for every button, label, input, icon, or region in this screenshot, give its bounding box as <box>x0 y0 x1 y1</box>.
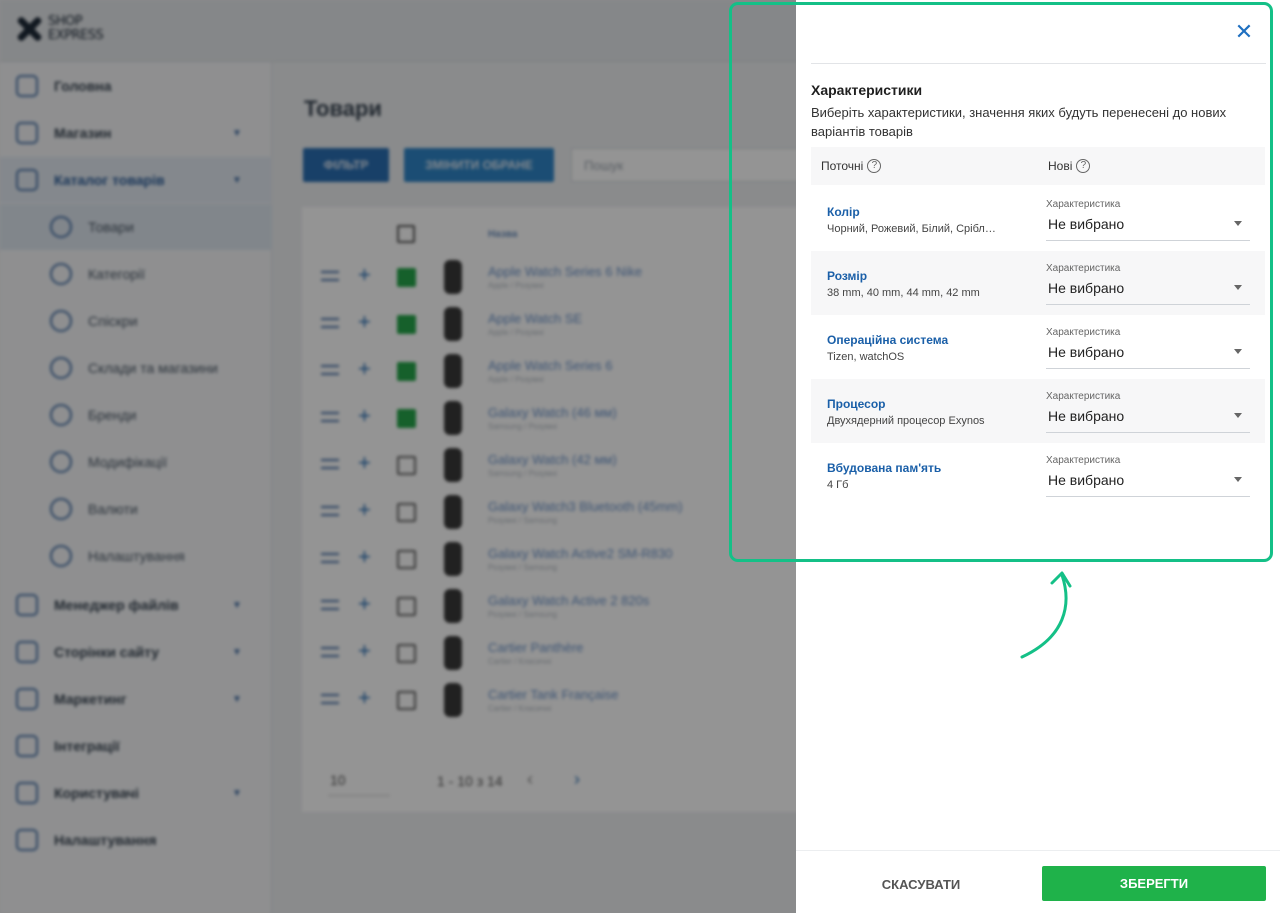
divider <box>811 63 1266 64</box>
attribute-name: Колір <box>827 205 860 219</box>
attribute-name: Розмір <box>827 269 868 283</box>
select-label: Характеристика <box>1046 263 1121 274</box>
select-value: Не вибрано <box>1048 408 1125 424</box>
select-value: Не вибрано <box>1048 280 1125 296</box>
save-button[interactable]: ЗБЕРЕГТИ <box>1042 866 1266 901</box>
attribute-values: Чорний, Рожевий, Білий, Сріблястий <box>827 223 997 235</box>
section-title: Характеристики <box>811 82 923 98</box>
modal-backdrop[interactable] <box>0 0 796 913</box>
characteristic-select[interactable]: Характеристика Не вибрано <box>1046 327 1250 369</box>
mapping-row-os: Операційна система Tizen, watchOS Характ… <box>811 315 1265 379</box>
caret-down-icon <box>1234 477 1242 482</box>
caret-down-icon <box>1234 221 1242 226</box>
arrow-icon <box>1020 571 1072 659</box>
help-icon[interactable]: ? <box>1076 159 1091 173</box>
drawer-footer: СКАСУВАТИ ЗБЕРЕГТИ <box>796 850 1280 913</box>
select-label: Характеристика <box>1046 327 1121 338</box>
select-label: Характеристика <box>1046 455 1121 466</box>
caret-down-icon <box>1234 413 1242 418</box>
characteristics-drawer: ✕ Характеристики Виберіть характеристики… <box>796 0 1280 913</box>
attribute-values: 4 Гб <box>827 479 849 491</box>
caret-down-icon <box>1234 285 1242 290</box>
attribute-values: Tizen, watchOS <box>827 351 905 363</box>
select-value: Не вибрано <box>1048 216 1125 232</box>
mapping-header: Поточні ? Нові ? <box>811 147 1265 185</box>
mapping-row-color: Колір Чорний, Рожевий, Білий, Сріблястий… <box>811 187 1265 251</box>
help-icon[interactable]: ? <box>867 159 882 173</box>
select-value: Не вибрано <box>1048 472 1125 488</box>
cancel-button[interactable]: СКАСУВАТИ <box>856 867 986 901</box>
header-new: Нові <box>1048 159 1073 173</box>
attribute-name: Операційна система <box>827 333 949 347</box>
select-label: Характеристика <box>1046 199 1121 210</box>
attribute-values: 38 mm, 40 mm, 44 mm, 42 mm <box>827 287 980 299</box>
characteristic-select[interactable]: Характеристика Не вибрано <box>1046 391 1250 433</box>
mapping-row-processor: Процесор Двухядерний процесор Exynos Хар… <box>811 379 1265 443</box>
mapping-row-size: Розмір 38 mm, 40 mm, 44 mm, 42 mm Характ… <box>811 251 1265 315</box>
attribute-values: Двухядерний процесор Exynos <box>827 415 985 427</box>
select-value: Не вибрано <box>1048 344 1125 360</box>
characteristic-select[interactable]: Характеристика Не вибрано <box>1046 455 1250 497</box>
select-label: Характеристика <box>1046 391 1121 402</box>
header-current: Поточні <box>821 159 864 173</box>
characteristic-select[interactable]: Характеристика Не вибрано <box>1046 263 1250 305</box>
characteristic-select[interactable]: Характеристика Не вибрано <box>1046 199 1250 241</box>
close-icon[interactable]: ✕ <box>1232 20 1256 44</box>
mapping-row-memory: Вбудована пам'ять 4 Гб Характеристика Не… <box>811 443 1265 507</box>
section-description: Виберіть характеристики, значення яких б… <box>811 105 1227 139</box>
caret-down-icon <box>1234 349 1242 354</box>
attribute-name: Процесор <box>827 397 886 411</box>
attribute-name: Вбудована пам'ять <box>827 461 942 475</box>
